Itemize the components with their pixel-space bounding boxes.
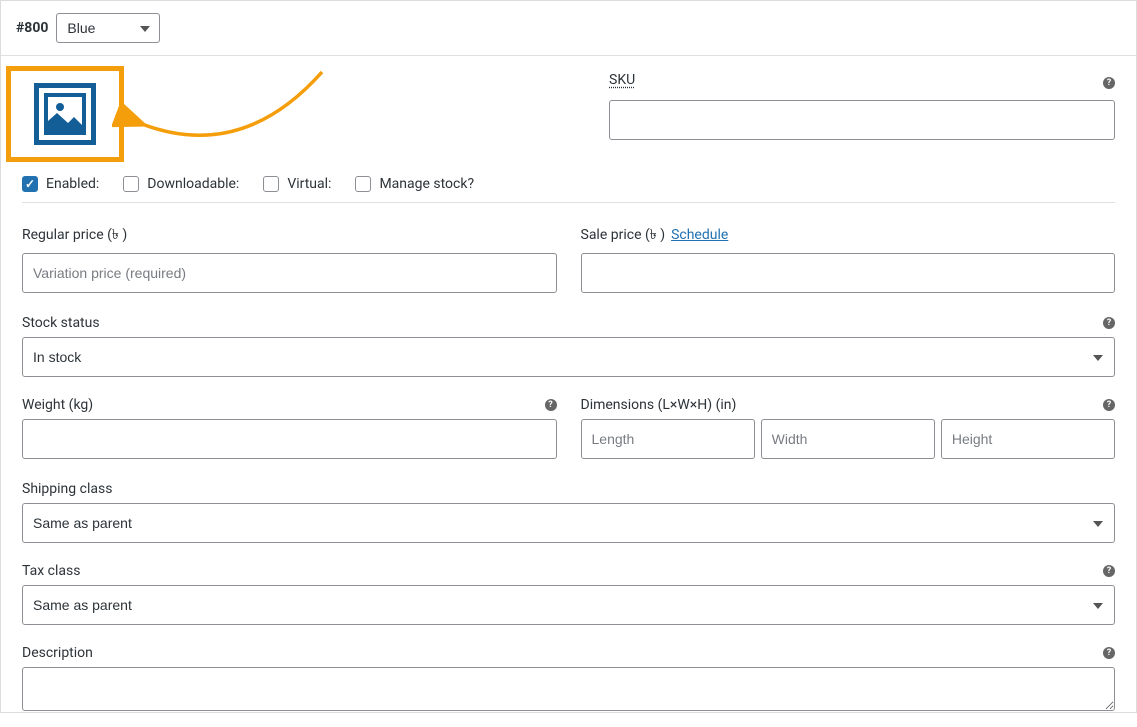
sale-price-label: Sale price (৳ ) [581,223,666,247]
help-icon[interactable]: ? [1103,77,1115,89]
description-field: Description ? [22,645,1115,715]
shipping-class-select-wrap: Same as parent [22,503,1115,543]
tax-class-label: Tax class [22,563,80,579]
tax-class-field: Tax class ? Same as parent [22,563,1115,625]
help-icon[interactable]: ? [545,399,557,411]
height-input[interactable] [941,419,1115,459]
image-placeholder-icon [44,93,86,135]
variation-content: SKU ? Enabled: Downloadable: Virtual: [1,56,1136,727]
help-icon[interactable]: ? [1103,647,1115,659]
checkbox-icon [123,176,139,192]
variation-id: #800 [16,20,48,36]
sku-input[interactable] [609,100,1115,140]
checkbox-icon [22,176,38,192]
dimensions-label-row: Dimensions (L×W×H) (in) ? [581,397,1116,413]
checkbox-icon [355,176,371,192]
stock-status-field: Stock status ? In stock [22,315,1115,377]
sale-price-field: Sale price (৳ ) Schedule [581,223,1116,293]
downloadable-option[interactable]: Downloadable: [123,176,239,192]
weight-field: Weight (kg) ? [22,397,557,459]
sale-price-input[interactable] [581,253,1116,293]
image-sku-row: SKU ? [22,72,1115,162]
virtual-option[interactable]: Virtual: [263,176,331,192]
tax-class-label-row: Tax class ? [22,563,1115,579]
shipping-class-field: Shipping class Same as parent [22,481,1115,543]
description-textarea[interactable] [22,667,1115,711]
attribute-select[interactable]: Blue [56,13,160,43]
price-row: Regular price (৳ ) Sale price (৳ ) Sched… [22,223,1115,293]
image-upload-highlight [6,66,124,162]
dimensions-label: Dimensions (L×W×H) (in) [581,397,737,413]
virtual-label: Virtual: [287,176,331,192]
manage-stock-label: Manage stock? [379,176,474,192]
sku-label: SKU [609,72,635,88]
variation-header: #800 Blue [1,1,1136,56]
help-icon[interactable]: ? [1103,399,1115,411]
sku-label-row: SKU ? [609,72,1115,94]
sale-price-label-row: Sale price (৳ ) Schedule [581,223,1116,247]
sku-section: SKU ? [597,72,1115,140]
checkbox-icon [263,176,279,192]
dimensions-inputs [581,419,1116,459]
schedule-link[interactable]: Schedule [671,227,728,243]
weight-input[interactable] [22,419,557,459]
shipping-class-label: Shipping class [22,481,1115,497]
options-row: Enabled: Downloadable: Virtual: Manage s… [22,166,1115,203]
tax-class-select[interactable]: Same as parent [22,585,1115,625]
stock-status-select[interactable]: In stock [22,337,1115,377]
variation-panel: #800 Blue [0,0,1137,713]
stock-status-label-row: Stock status ? [22,315,1115,331]
description-label-row: Description ? [22,645,1115,661]
regular-price-field: Regular price (৳ ) [22,223,557,293]
shipping-class-select[interactable]: Same as parent [22,503,1115,543]
tax-class-select-wrap: Same as parent [22,585,1115,625]
weight-label: Weight (kg) [22,397,93,413]
help-icon[interactable]: ? [1103,565,1115,577]
width-input[interactable] [761,419,935,459]
stock-status-label: Stock status [22,315,100,331]
description-label: Description [22,645,93,661]
manage-stock-option[interactable]: Manage stock? [355,176,474,192]
dimensions-field: Dimensions (L×W×H) (in) ? [581,397,1116,459]
variation-image-upload[interactable] [34,83,96,145]
downloadable-label: Downloadable: [147,176,239,192]
weight-dimensions-row: Weight (kg) ? Dimensions (L×W×H) (in) ? [22,397,1115,459]
regular-price-input[interactable] [22,253,557,293]
enabled-label: Enabled: [46,176,99,192]
weight-label-row: Weight (kg) ? [22,397,557,413]
stock-status-select-wrap: In stock [22,337,1115,377]
regular-price-label: Regular price (৳ ) [22,223,557,247]
length-input[interactable] [581,419,755,459]
help-icon[interactable]: ? [1103,317,1115,329]
enabled-option[interactable]: Enabled: [22,176,99,192]
attribute-select-wrap: Blue [56,13,160,43]
